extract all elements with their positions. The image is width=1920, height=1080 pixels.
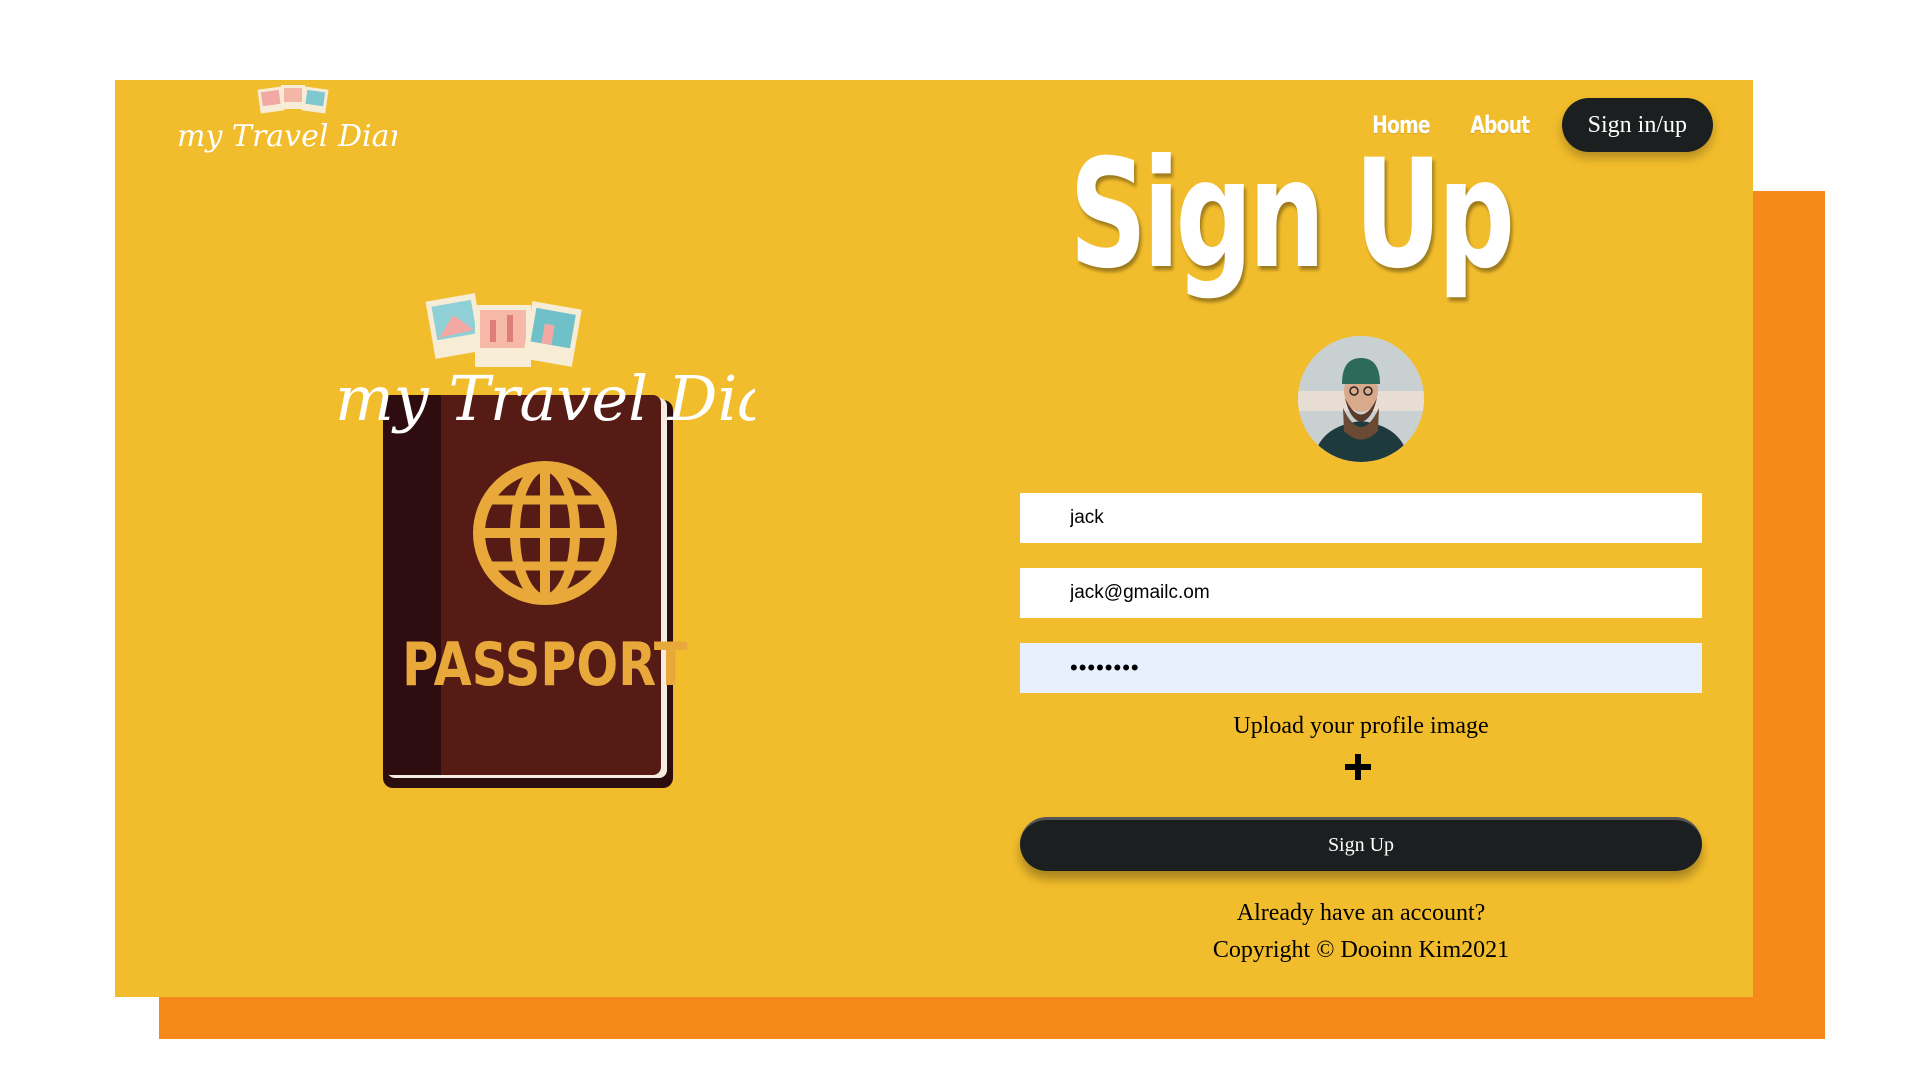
main-card: my Travel Diary Home About Sign in/up PA… xyxy=(115,80,1753,997)
passport-text: PASSPORT xyxy=(402,629,688,699)
logo-image: my Travel Diary xyxy=(177,85,422,154)
passport-book: PASSPORT xyxy=(383,395,688,788)
upload-profile-label: Upload your profile image xyxy=(1233,713,1489,739)
copyright-text: Copyright © Dooinn Kim2021 xyxy=(1212,937,1510,963)
logo-text: my Travel Diary xyxy=(177,119,397,154)
signin-button[interactable]: Sign in/up xyxy=(1561,98,1713,152)
header-logo[interactable]: my Travel Diary xyxy=(177,80,422,160)
avatar[interactable] xyxy=(1298,336,1424,462)
page-title: Sign Up xyxy=(1069,128,1515,302)
photos-icon xyxy=(425,293,582,367)
passport-illustration: PASSPORT my Travel Diary xyxy=(275,215,840,815)
email-input[interactable] xyxy=(1020,568,1702,618)
password-input[interactable]: •••••••• xyxy=(1020,643,1702,693)
signup-submit-button[interactable]: Sign Up xyxy=(1020,817,1702,871)
plus-icon[interactable] xyxy=(1343,752,1373,782)
already-account-link[interactable]: Already have an account? xyxy=(1020,900,1702,927)
username-input[interactable] xyxy=(1020,493,1702,543)
illustration-logo-text: my Travel Diary xyxy=(335,362,755,435)
